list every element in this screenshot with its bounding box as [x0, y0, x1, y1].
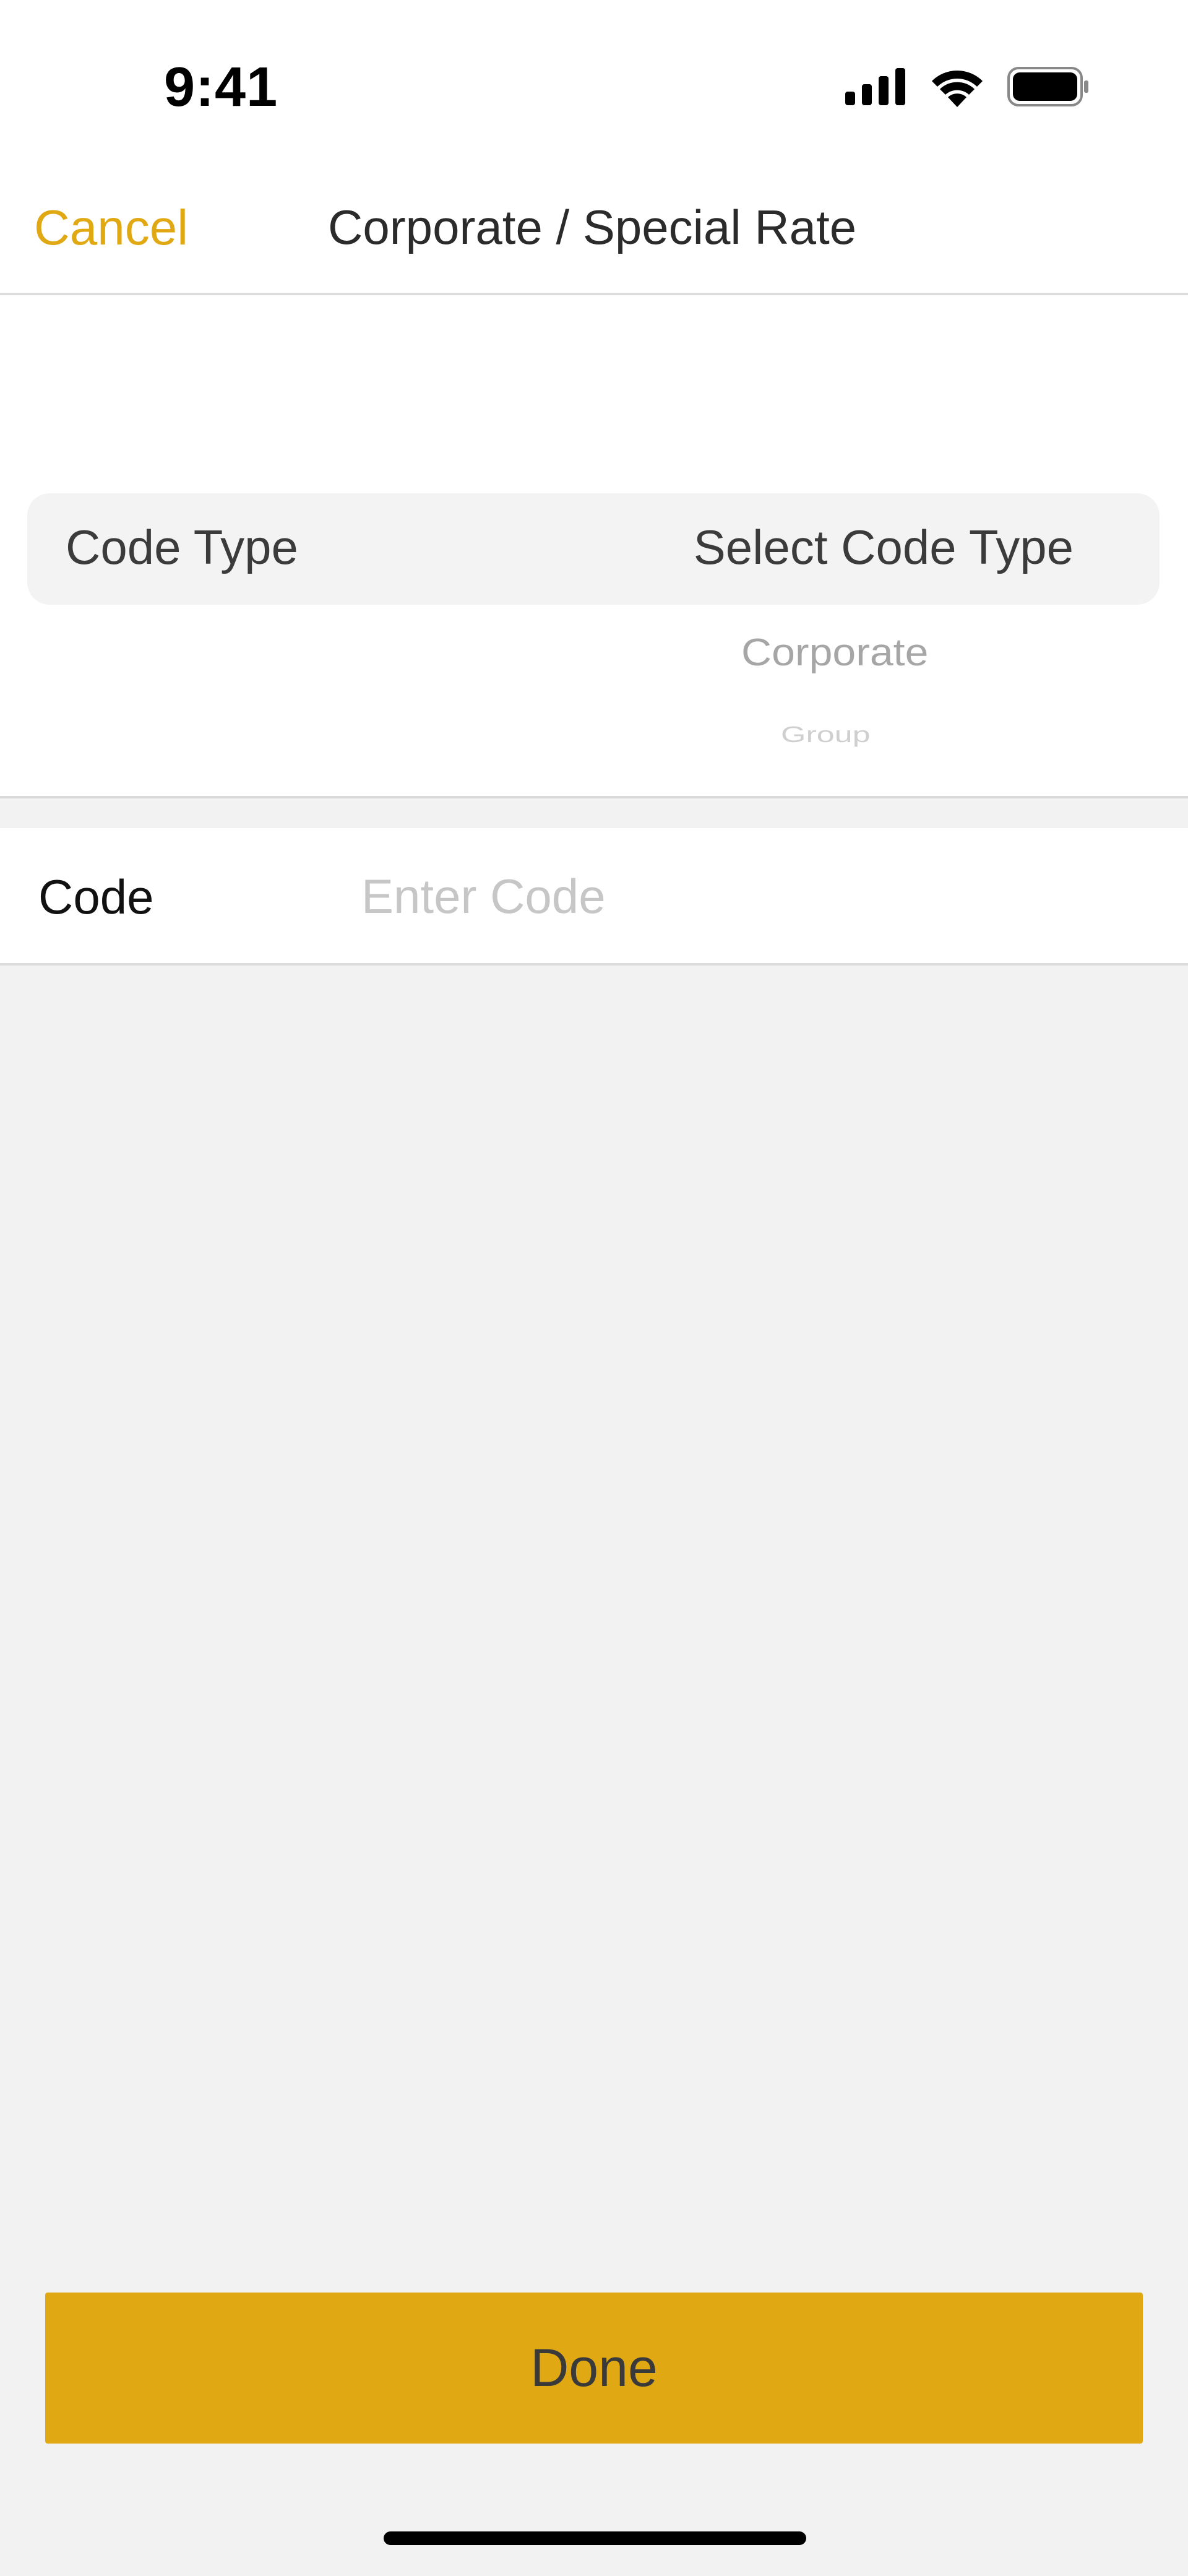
- cancel-button[interactable]: Cancel: [34, 199, 188, 256]
- status-bar: 9:41: [0, 0, 1188, 167]
- status-icons: [845, 62, 1089, 111]
- picker-option-corporate[interactable]: Corporate: [741, 630, 928, 675]
- code-type-picker[interactable]: Code Type Select Code Type Corporate Gro…: [0, 295, 1188, 798]
- done-button[interactable]: Done: [45, 2293, 1143, 2444]
- picker-option-group[interactable]: Group: [781, 722, 871, 748]
- nav-bar: Cancel Corporate / Special Rate: [0, 167, 1188, 295]
- code-type-label: Code Type: [66, 520, 298, 574]
- battery-icon: [1007, 67, 1088, 106]
- wifi-icon: [932, 71, 983, 107]
- status-time: 9:41: [164, 56, 278, 118]
- code-input[interactable]: [361, 853, 1135, 940]
- page-title: Corporate / Special Rate: [328, 200, 857, 254]
- code-row: Code: [0, 828, 1188, 966]
- home-indicator: [384, 2531, 806, 2545]
- cellular-signal-icon: [845, 68, 905, 105]
- code-label: Code: [38, 870, 154, 924]
- picker-selected-value[interactable]: Select Code Type: [694, 519, 1074, 576]
